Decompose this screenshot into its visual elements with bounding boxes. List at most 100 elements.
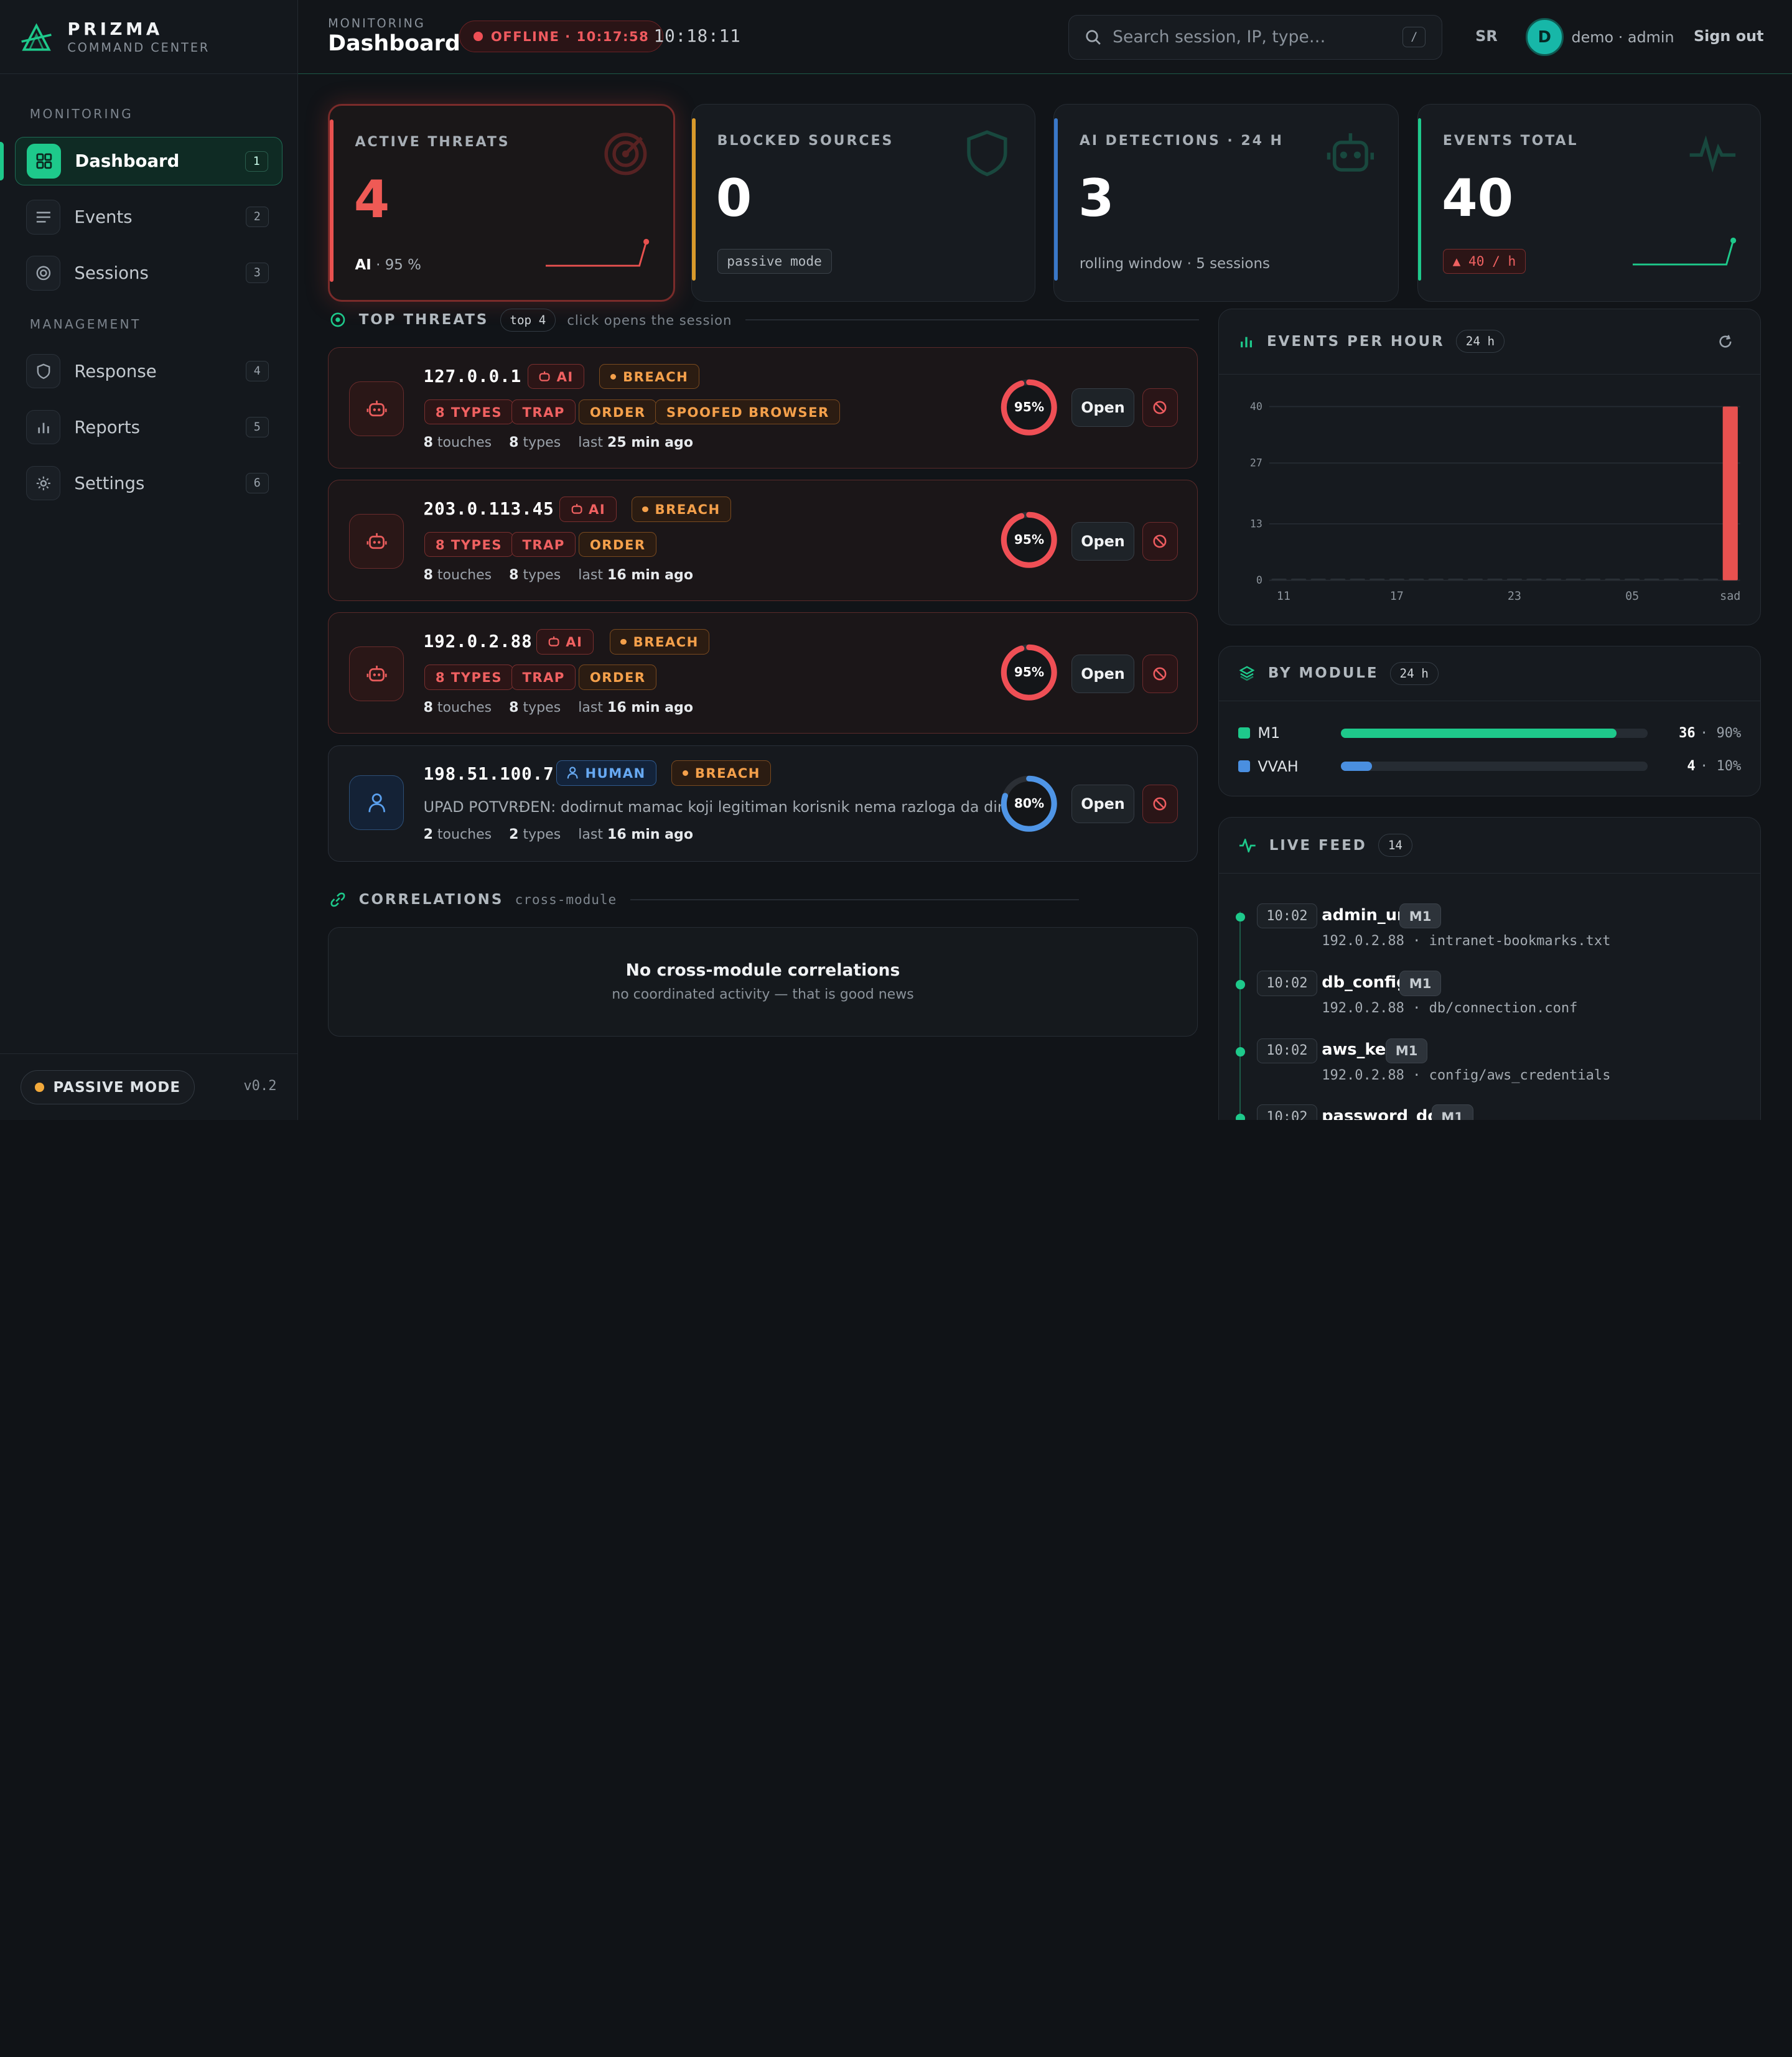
section-divider bbox=[745, 319, 1199, 321]
language-switch[interactable]: SR bbox=[1475, 27, 1498, 45]
open-session-button[interactable]: Open bbox=[1071, 521, 1134, 561]
open-session-button[interactable]: Open bbox=[1071, 654, 1134, 694]
module-count: 36 · 90% bbox=[1679, 725, 1742, 741]
kpi-chip: passive mode bbox=[717, 248, 832, 274]
kpi-accent-bar bbox=[692, 118, 696, 281]
chart-bar[interactable] bbox=[1409, 578, 1424, 581]
sidebar-item-response[interactable]: Response 4 bbox=[15, 347, 282, 395]
chart-bar[interactable] bbox=[1370, 578, 1385, 581]
module-row-vvah[interactable]: VVAH 4 · 10% bbox=[1238, 755, 1741, 778]
sidebar-item-label: Response bbox=[74, 361, 157, 381]
connection-status-badge[interactable]: OFFLINE · 10:17:58 bbox=[459, 21, 664, 53]
kpi-active-threats[interactable]: ACTIVE THREATS 4 AI · 95 % bbox=[328, 104, 676, 302]
sidebar: PRIZMA COMMAND CENTER MONITORING Dashboa… bbox=[0, 0, 299, 1120]
chart-bar[interactable] bbox=[1290, 578, 1307, 581]
sidebar-item-label: Events bbox=[74, 207, 133, 227]
sidebar-item-sessions[interactable]: Sessions 3 bbox=[15, 249, 282, 297]
kpi-label: AI DETECTIONS · 24 H bbox=[1079, 133, 1284, 149]
kpi-value: 40 bbox=[1442, 168, 1514, 228]
y-tick-label: 40 bbox=[1250, 401, 1262, 413]
sidebar-item-label: Sessions bbox=[74, 263, 149, 283]
chart-bar[interactable] bbox=[1585, 578, 1601, 581]
threat-card[interactable]: 127.0.0.1 AI BREACH 8 TYPES TRAP ORDER S… bbox=[328, 347, 1198, 469]
chart-bar[interactable] bbox=[1330, 578, 1346, 581]
sidebar-item-settings[interactable]: Settings 6 bbox=[15, 459, 282, 507]
events-rate-chip: ▲ 40 / h bbox=[1442, 248, 1526, 274]
tag-order: ORDER bbox=[579, 532, 657, 557]
chart-bar[interactable] bbox=[1722, 406, 1738, 581]
feed-time: 10:02 bbox=[1256, 971, 1318, 996]
search-box[interactable]: / bbox=[1068, 14, 1442, 60]
bar-chart-icon bbox=[1240, 337, 1252, 347]
threat-card[interactable]: 192.0.2.88 AI BREACH 8 TYPES TRAP ORDER … bbox=[328, 612, 1198, 734]
section-note: click opens the session bbox=[567, 312, 732, 328]
sign-out-button[interactable]: Sign out bbox=[1694, 27, 1764, 45]
chart-bar[interactable] bbox=[1546, 578, 1562, 581]
events-sparkline bbox=[1632, 238, 1736, 266]
status-text: OFFLINE · 10:17:58 bbox=[490, 29, 650, 45]
open-session-button[interactable]: Open bbox=[1071, 388, 1134, 427]
feed-module-badge: M1 bbox=[1399, 903, 1442, 929]
chart-bar[interactable] bbox=[1566, 578, 1581, 581]
threat-meta: 8 touches 8 types last 25 min ago bbox=[423, 434, 693, 450]
threat-card[interactable]: 198.51.100.7 HUMAN BREACH UPAD POTVRĐEN:… bbox=[328, 745, 1198, 862]
block-button[interactable] bbox=[1142, 388, 1178, 427]
chart-bar[interactable] bbox=[1664, 578, 1679, 581]
kpi-accent-bar bbox=[330, 119, 334, 282]
breach-dot-icon bbox=[620, 638, 627, 645]
user-icon bbox=[567, 767, 578, 779]
nav-section-monitoring: MONITORING bbox=[29, 106, 134, 121]
target-icon bbox=[26, 256, 61, 291]
events-per-hour-panel: EVENTS PER HOUR 24 h 0 13 27 40 11 17 23 05 sad bbox=[1218, 308, 1762, 625]
sidebar-item-reports[interactable]: Reports 5 bbox=[15, 403, 282, 451]
mode-toggle[interactable]: PASSIVE MODE bbox=[21, 1070, 195, 1105]
chart-bar[interactable] bbox=[1389, 578, 1404, 581]
kpi-blocked-sources[interactable]: BLOCKED SOURCES 0 passive mode bbox=[691, 104, 1036, 302]
chart-bar[interactable] bbox=[1428, 578, 1444, 581]
block-button[interactable] bbox=[1142, 654, 1178, 694]
robot-icon bbox=[539, 371, 550, 381]
feed-module-badge: M1 bbox=[1386, 1038, 1428, 1064]
chart-bar[interactable] bbox=[1703, 578, 1719, 581]
chart-bar[interactable] bbox=[1506, 578, 1522, 581]
chart-bar[interactable] bbox=[1271, 578, 1287, 581]
top-threats-header: TOP THREATS top 4 click opens the sessio… bbox=[330, 308, 1199, 332]
chart-bar[interactable] bbox=[1310, 578, 1326, 581]
chart-bar[interactable] bbox=[1526, 578, 1542, 581]
block-button[interactable] bbox=[1142, 521, 1178, 561]
shortcut-badge: 3 bbox=[245, 263, 269, 284]
chart-bar[interactable] bbox=[1350, 578, 1365, 581]
timeline-dot bbox=[1236, 912, 1246, 922]
chart-bar[interactable] bbox=[1448, 578, 1463, 581]
sidebar-item-events[interactable]: Events 2 bbox=[15, 193, 282, 241]
block-button[interactable] bbox=[1142, 784, 1178, 824]
panel-header: LIVE FEED 14 bbox=[1218, 818, 1761, 874]
kind-badge: AI bbox=[527, 364, 585, 389]
feed-time: 10:02 bbox=[1256, 1104, 1318, 1120]
robot-icon bbox=[1327, 133, 1374, 172]
chart-bar[interactable] bbox=[1683, 578, 1699, 581]
sidebar-item-dashboard[interactable]: Dashboard 1 bbox=[14, 137, 282, 185]
chart-bar[interactable] bbox=[1487, 578, 1503, 581]
app-version: v0.2 bbox=[243, 1078, 277, 1094]
brand[interactable]: PRIZMA COMMAND CENTER bbox=[0, 0, 298, 75]
refresh-icon[interactable] bbox=[1718, 334, 1733, 349]
kpi-ai-detections[interactable]: AI DETECTIONS · 24 H 3 rolling window · … bbox=[1053, 104, 1399, 302]
search-input[interactable] bbox=[1113, 27, 1399, 47]
chart-bar[interactable] bbox=[1624, 578, 1640, 581]
status-dot-icon bbox=[474, 32, 483, 42]
kpi-events-total[interactable]: EVENTS TOTAL 40 ▲ 40 / h bbox=[1417, 104, 1762, 302]
open-session-button[interactable]: Open bbox=[1071, 784, 1134, 824]
feed-time: 10:02 bbox=[1256, 903, 1318, 929]
chart-bar[interactable] bbox=[1605, 578, 1620, 581]
x-tick-label: 23 bbox=[1508, 589, 1521, 602]
section-note: cross-module bbox=[515, 892, 617, 908]
chart-bar[interactable] bbox=[1467, 578, 1483, 581]
threat-card[interactable]: 203.0.113.45 AI BREACH 8 TYPES TRAP ORDE… bbox=[328, 480, 1198, 602]
avatar[interactable]: D bbox=[1525, 18, 1564, 56]
chart-bar[interactable] bbox=[1644, 578, 1659, 581]
feed-module-badge: M1 bbox=[1431, 1104, 1473, 1120]
breach-badge: BREACH bbox=[609, 629, 710, 655]
module-row-m1[interactable]: M1 36 · 90% bbox=[1238, 722, 1741, 745]
kpi-value: 4 bbox=[353, 169, 390, 230]
